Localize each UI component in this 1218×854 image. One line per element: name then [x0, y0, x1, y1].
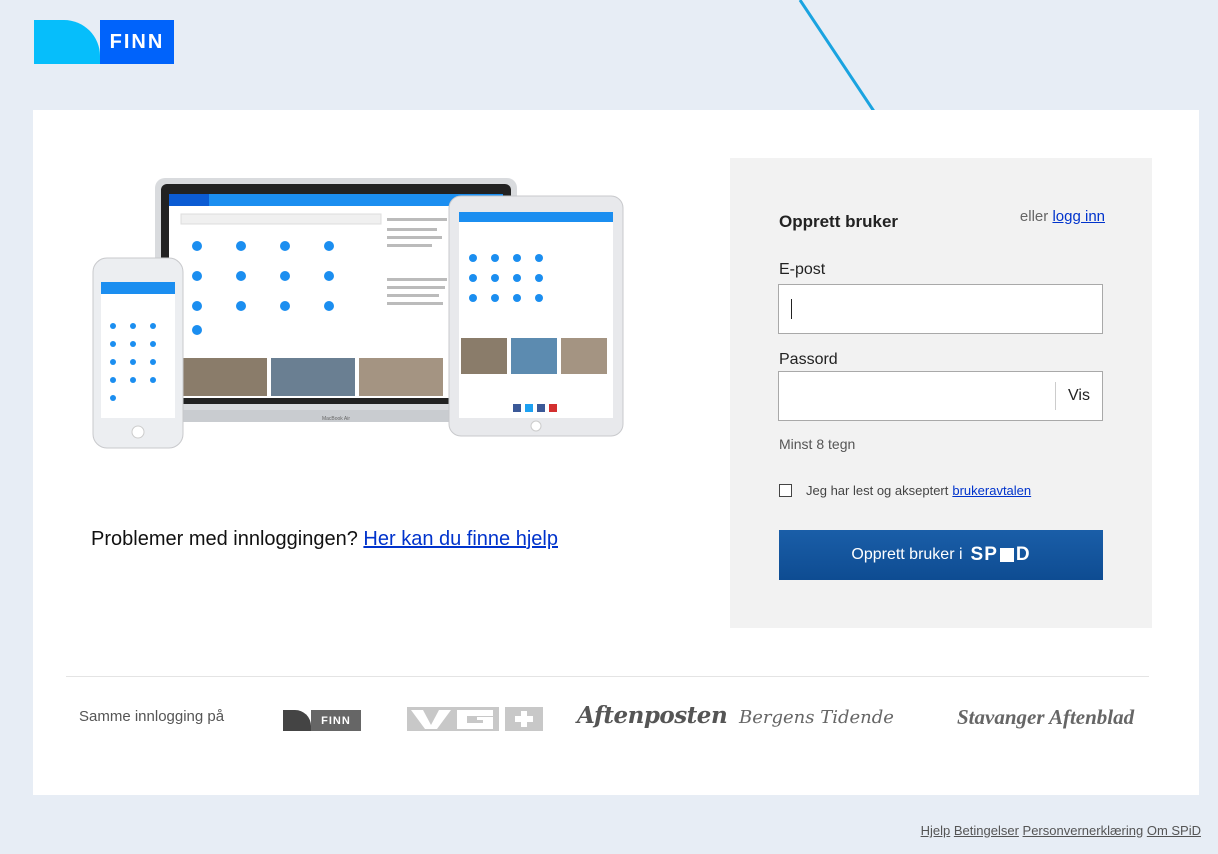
login-link[interactable]: logg inn	[1052, 208, 1105, 225]
same-login-text: Samme innlogging på	[79, 708, 225, 725]
spid-logo-part-b: D	[1015, 544, 1031, 565]
brand-finn-mark	[283, 710, 311, 731]
footer-link-help[interactable]: Hjelp	[921, 823, 951, 838]
login-alternative: eller logg inn	[1020, 208, 1105, 225]
brand-finn-text: FINN	[311, 710, 361, 731]
show-password-button[interactable]: Vis	[1056, 372, 1102, 420]
footer-link-privacy[interactable]: Personvernerklæring	[1023, 823, 1144, 838]
terms-text: Jeg har lest og akseptert	[806, 483, 949, 498]
text-caret	[791, 299, 792, 319]
form-title: Opprett bruker	[779, 212, 899, 231]
login-alt-prefix: eller	[1019, 208, 1049, 225]
spid-logo: SP D	[971, 544, 1031, 566]
divider	[66, 676, 1149, 677]
signup-card: MacBook Air Problemer med innloggingen?	[33, 110, 1199, 795]
login-help-text: Problemer med innloggingen?	[91, 528, 358, 550]
devices-illustration: MacBook Air	[92, 178, 624, 449]
brand-stavanger-aftenblad-logo: Stavanger Aftenblad	[957, 705, 1135, 729]
password-label: Passord	[779, 351, 838, 368]
terms-row: Jeg har lest og akseptert brukeravtalen	[779, 483, 1031, 498]
finn-logo-mark	[34, 20, 100, 64]
terms-checkbox[interactable]	[779, 484, 792, 497]
create-account-button[interactable]: Opprett bruker i SP D	[779, 530, 1103, 580]
spid-logo-box	[999, 548, 1014, 562]
brand-aftenposten-logo: Aftenposten	[577, 702, 728, 729]
finn-logo-text: FINN	[100, 20, 174, 64]
login-help: Problemer med innloggingen? Her kan du f…	[91, 528, 558, 551]
create-account-label: Opprett bruker i	[851, 546, 963, 563]
password-field[interactable]: Vis	[778, 371, 1103, 421]
email-label: E-post	[779, 261, 826, 278]
footer-link-about-spid[interactable]: Om SPiD	[1147, 823, 1201, 838]
signup-form-panel: Opprett bruker eller logg inn E-post Pas…	[730, 158, 1152, 628]
finn-logo[interactable]: FINN	[34, 20, 174, 64]
brand-finn-logo: FINN	[283, 710, 361, 731]
brand-bergens-tidende-logo: Bergens Tidende	[739, 707, 894, 728]
email-field[interactable]	[778, 284, 1103, 334]
password-hint: Minst 8 tegn	[779, 436, 856, 452]
spid-logo-part-a: SP	[970, 544, 998, 565]
footer-links: Hjelp Betingelser Personvernerklæring Om…	[921, 823, 1201, 838]
laptop-label: MacBook Air	[322, 416, 350, 422]
footer-link-terms[interactable]: Betingelser	[954, 823, 1019, 838]
terms-link[interactable]: brukeravtalen	[952, 483, 1031, 498]
brand-vg-logo	[407, 707, 543, 731]
login-help-link[interactable]: Her kan du finne hjelp	[363, 528, 558, 550]
